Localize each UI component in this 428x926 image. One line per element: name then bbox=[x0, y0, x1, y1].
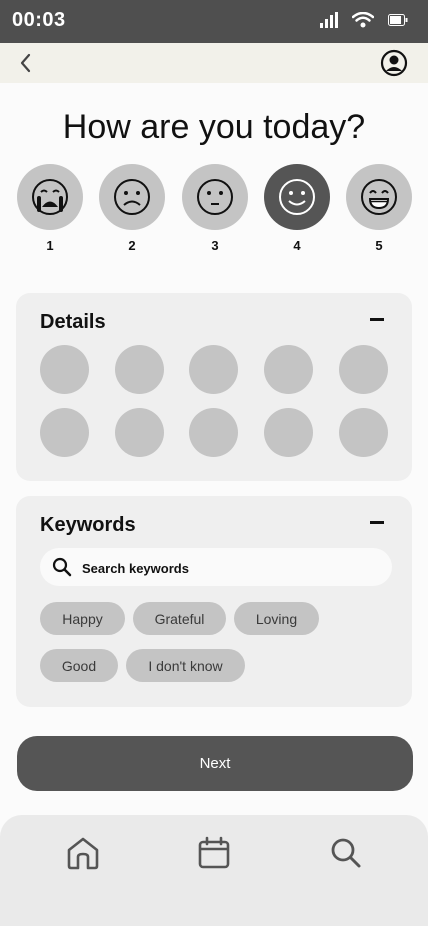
mood-button-5[interactable] bbox=[346, 164, 412, 230]
keywords-collapse-button[interactable] bbox=[370, 521, 384, 524]
details-collapse-button[interactable] bbox=[370, 318, 384, 321]
keyword-chip-good[interactable]: Good bbox=[40, 649, 118, 682]
nav-home[interactable] bbox=[65, 835, 101, 871]
search-icon bbox=[331, 838, 361, 868]
details-option[interactable] bbox=[40, 345, 89, 394]
details-option[interactable] bbox=[115, 345, 164, 394]
keyword-chip-happy[interactable]: Happy bbox=[40, 602, 125, 635]
mood-label-3: 3 bbox=[211, 238, 219, 253]
details-card: Details bbox=[16, 293, 412, 481]
keywords-card: Keywords Happy Grateful Loving Good I do… bbox=[16, 496, 412, 707]
back-button[interactable] bbox=[14, 51, 38, 75]
bottom-nav bbox=[0, 815, 428, 926]
details-option[interactable] bbox=[339, 408, 388, 457]
user-profile-icon bbox=[380, 49, 408, 77]
home-icon bbox=[67, 837, 99, 870]
next-button[interactable]: Next bbox=[17, 736, 413, 791]
mood-label-4: 4 bbox=[293, 238, 301, 253]
mood-label-2: 2 bbox=[128, 238, 136, 253]
keyword-chip-dont-know[interactable]: I don't know bbox=[126, 649, 245, 682]
frowning-face-icon bbox=[114, 179, 150, 215]
top-bar bbox=[0, 43, 428, 83]
keywords-title: Keywords bbox=[40, 514, 136, 536]
mood-button-4[interactable] bbox=[264, 164, 330, 230]
grinning-face-icon bbox=[361, 179, 397, 215]
chevron-left-icon bbox=[20, 53, 31, 73]
status-bar: 00:03 bbox=[0, 0, 428, 43]
status-time: 00:03 bbox=[12, 9, 66, 31]
smiling-face-icon bbox=[279, 179, 315, 215]
search-icon bbox=[52, 557, 72, 577]
calendar-icon bbox=[198, 836, 230, 869]
keyword-chip-grateful[interactable]: Grateful bbox=[133, 602, 226, 635]
mood-button-2[interactable] bbox=[99, 164, 165, 230]
nav-search[interactable] bbox=[328, 835, 364, 871]
status-icons bbox=[320, 12, 408, 28]
details-option[interactable] bbox=[115, 408, 164, 457]
mood-button-3[interactable] bbox=[182, 164, 248, 230]
keyword-search-input[interactable] bbox=[80, 548, 384, 588]
details-option[interactable] bbox=[189, 408, 238, 457]
keyword-chip-loving[interactable]: Loving bbox=[234, 602, 319, 635]
details-option[interactable] bbox=[40, 408, 89, 457]
page-title: How are you today? bbox=[62, 108, 366, 146]
details-option[interactable] bbox=[189, 345, 238, 394]
mood-button-1[interactable] bbox=[17, 164, 83, 230]
nav-calendar[interactable] bbox=[196, 835, 232, 871]
details-option[interactable] bbox=[264, 345, 313, 394]
mood-selector: 1 2 3 4 5 bbox=[17, 164, 413, 254]
signal-icon bbox=[320, 12, 338, 28]
mood-label-1: 1 bbox=[46, 238, 54, 253]
mood-label-5: 5 bbox=[375, 238, 383, 253]
details-option[interactable] bbox=[339, 345, 388, 394]
neutral-face-icon bbox=[197, 179, 233, 215]
wifi-icon bbox=[352, 12, 374, 28]
keyword-search-box bbox=[40, 548, 392, 588]
battery-icon bbox=[388, 14, 408, 26]
profile-button[interactable] bbox=[380, 49, 408, 77]
details-option[interactable] bbox=[264, 408, 313, 457]
crying-face-icon bbox=[32, 179, 68, 215]
details-title: Details bbox=[40, 311, 106, 333]
